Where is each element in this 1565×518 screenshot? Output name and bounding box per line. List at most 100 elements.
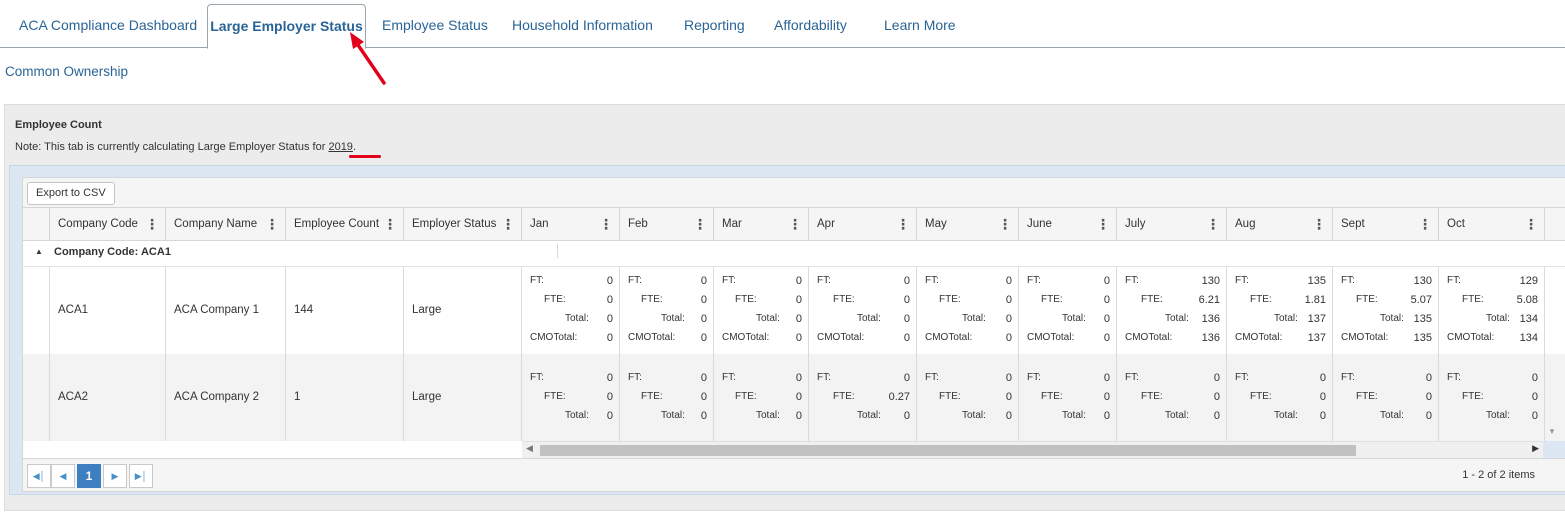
last-page-icon[interactable]: ▶│ <box>129 464 153 488</box>
metric-label-ft: FT: <box>925 275 939 286</box>
subtab-common-ownership[interactable]: Common Ownership <box>5 64 128 79</box>
metric-line-ft: FT: 0 <box>1227 372 1332 386</box>
export-csv-button[interactable]: Export to CSV <box>27 182 115 205</box>
horizontal-scrollbar[interactable]: ◀ ▶ <box>522 441 1543 458</box>
column-menu-icon[interactable]: ⋮ <box>1312 208 1326 240</box>
grid-toolbar: Export to CSV <box>22 177 1565 207</box>
header-spacer <box>23 208 50 240</box>
tab-aca-compliance-dashboard[interactable]: ACA Compliance Dashboard <box>19 17 197 33</box>
cell-month-feb: FT: 0 FTE: 0 Total: 0 CMOTotal: 0 <box>620 267 714 354</box>
tab-bar: ACA Compliance Dashboard Large Employer … <box>0 0 1565 49</box>
metric-label-total: Total: <box>1486 313 1510 324</box>
metric-value-total: 137 <box>1307 313 1326 325</box>
metric-label-total: Total: <box>1062 313 1086 324</box>
metric-value-total: 136 <box>1201 313 1220 325</box>
tab-large-employer-status[interactable]: Large Employer Status <box>207 4 366 49</box>
metric-value-total: 0 <box>1005 410 1012 422</box>
metric-label-total: Total: <box>1274 313 1298 324</box>
metric-label-fte: FTE: <box>641 294 663 305</box>
page-number-button[interactable]: 1 <box>77 464 101 488</box>
header-label: Aug <box>1235 218 1256 230</box>
column-menu-icon[interactable]: ⋮ <box>501 208 515 240</box>
metric-line-ft: FT: 0 <box>1117 372 1226 386</box>
scrollbar-thumb[interactable] <box>540 445 1356 456</box>
metric-value-ft: 0 <box>1213 372 1220 384</box>
metric-value-fte: 0 <box>795 294 802 306</box>
header-apr[interactable]: Apr ⋮ <box>809 208 917 240</box>
header-sept[interactable]: Sept ⋮ <box>1333 208 1439 240</box>
metric-value-fte: 5.08 <box>1516 294 1538 306</box>
header-july[interactable]: July ⋮ <box>1117 208 1227 240</box>
metric-label-fte: FTE: <box>735 294 757 305</box>
metric-label-cmo: CMOTotal: <box>1125 332 1173 343</box>
metric-label-ft: FT: <box>1027 372 1041 383</box>
pager-info: 1 - 2 of 2 items <box>1462 469 1535 481</box>
row-spacer <box>23 354 50 441</box>
tab-household-information[interactable]: Household Information <box>512 17 653 33</box>
cell-month-may: FT: 0 FTE: 0 Total: 0 CMOTotal: 0 <box>917 267 1019 354</box>
header-may[interactable]: May ⋮ <box>917 208 1019 240</box>
metric-line-fte: FTE: 5.07 <box>1333 294 1438 308</box>
metric-line-cmo: CMOTotal: 0 <box>620 332 713 346</box>
header-oct[interactable]: Oct ⋮ <box>1439 208 1545 240</box>
cell-month-aug: FT: 135 FTE: 1.81 Total: 137 CMOTotal: 137 <box>1227 267 1333 354</box>
header-jan[interactable]: Jan ⋮ <box>522 208 620 240</box>
column-menu-icon[interactable]: ⋮ <box>383 208 397 240</box>
metric-line-total: Total: 0 <box>522 410 619 424</box>
metric-line-ft: FT: 0 <box>1439 372 1544 386</box>
scroll-down-icon[interactable]: ▼ <box>1548 427 1556 436</box>
column-menu-icon[interactable]: ⋮ <box>265 208 279 240</box>
header-june[interactable]: June ⋮ <box>1019 208 1117 240</box>
column-menu-icon[interactable]: ⋮ <box>896 208 910 240</box>
header-mar[interactable]: Mar ⋮ <box>714 208 809 240</box>
header-label: Apr <box>817 218 835 230</box>
metric-line-cmo: CMOTotal: 136 <box>1117 332 1226 346</box>
metric-label-total: Total: <box>1165 410 1189 421</box>
next-page-icon[interactable]: ▶ <box>103 464 127 488</box>
column-menu-icon[interactable]: ⋮ <box>1524 208 1538 240</box>
scroll-spacer <box>22 441 522 458</box>
metric-value-cmo: 0 <box>1005 332 1012 344</box>
scroll-left-icon[interactable]: ◀ <box>526 443 533 454</box>
header-employer-status[interactable]: Employer Status ⋮ <box>404 208 522 240</box>
column-menu-icon[interactable]: ⋮ <box>998 208 1012 240</box>
column-menu-icon[interactable]: ⋮ <box>788 208 802 240</box>
metric-line-fte: FTE: 0 <box>1019 391 1116 405</box>
metric-value-ft: 130 <box>1201 275 1220 287</box>
metric-value-fte: 0 <box>1103 294 1110 306</box>
tab-learn-more[interactable]: Learn More <box>884 17 956 33</box>
metric-label-ft: FT: <box>817 372 831 383</box>
group-label: Company Code: ACA1 <box>54 246 171 258</box>
metric-label-cmo: CMOTotal: <box>925 332 973 343</box>
column-menu-icon[interactable]: ⋮ <box>1206 208 1220 240</box>
header-feb[interactable]: Feb ⋮ <box>620 208 714 240</box>
column-menu-icon[interactable]: ⋮ <box>599 208 613 240</box>
collapse-caret-icon[interactable]: ▲ <box>35 247 43 256</box>
column-menu-icon[interactable]: ⋮ <box>145 208 159 240</box>
header-company-name[interactable]: Company Name ⋮ <box>166 208 286 240</box>
metric-value-ft: 135 <box>1307 275 1326 287</box>
metric-value-total: 0 <box>903 313 910 325</box>
tab-affordability[interactable]: Affordability <box>774 17 847 33</box>
cell-month-apr: FT: 0 FTE: 0 Total: 0 CMOTotal: 0 <box>809 267 917 354</box>
metric-line-cmo: CMOTotal: 0 <box>522 332 619 346</box>
column-menu-icon[interactable]: ⋮ <box>693 208 707 240</box>
metric-label-ft: FT: <box>1341 372 1355 383</box>
metric-value-total: 0 <box>1005 313 1012 325</box>
metric-label-fte: FTE: <box>544 294 566 305</box>
first-page-icon[interactable]: ◀│ <box>27 464 51 488</box>
cell-month-mar: FT: 0 FTE: 0 Total: 0 CMOTotal: 0 <box>714 267 809 354</box>
tab-reporting[interactable]: Reporting <box>684 17 745 33</box>
header-employee-count[interactable]: Employee Count ⋮ <box>286 208 404 240</box>
header-company-code[interactable]: Company Code ⋮ <box>50 208 166 240</box>
header-aug[interactable]: Aug ⋮ <box>1227 208 1333 240</box>
scroll-right-icon[interactable]: ▶ <box>1532 443 1539 454</box>
metric-line-fte: FTE: 0 <box>809 294 916 308</box>
metric-value-total: 0 <box>795 313 802 325</box>
tab-employee-status[interactable]: Employee Status <box>382 17 488 33</box>
metric-value-ft: 0 <box>1005 372 1012 384</box>
column-menu-icon[interactable]: ⋮ <box>1418 208 1432 240</box>
column-menu-icon[interactable]: ⋮ <box>1096 208 1110 240</box>
cell-month-july: FT: 0 FTE: 0 Total: 0 <box>1117 354 1227 441</box>
prev-page-icon[interactable]: ◀ <box>51 464 75 488</box>
